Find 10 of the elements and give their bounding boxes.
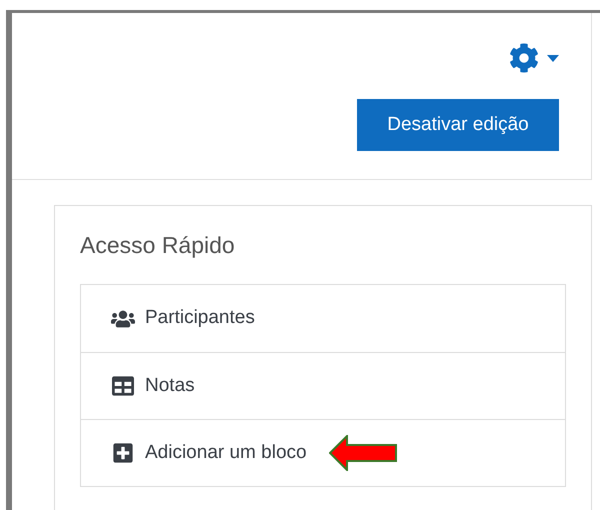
users-icon (111, 308, 135, 330)
block-link[interactable]: Notas (145, 372, 195, 400)
block-link[interactable]: Participantes (145, 304, 255, 333)
edit-mode-button[interactable]: Desativar edição (357, 99, 559, 151)
settings-icon[interactable] (509, 43, 539, 73)
block-link[interactable]: Adicionar um bloco (145, 438, 307, 468)
arrow-icon (328, 435, 397, 471)
caret-icon[interactable] (547, 54, 559, 62)
table-icon (111, 375, 135, 397)
block-title: Acesso Rápido (80, 231, 236, 260)
